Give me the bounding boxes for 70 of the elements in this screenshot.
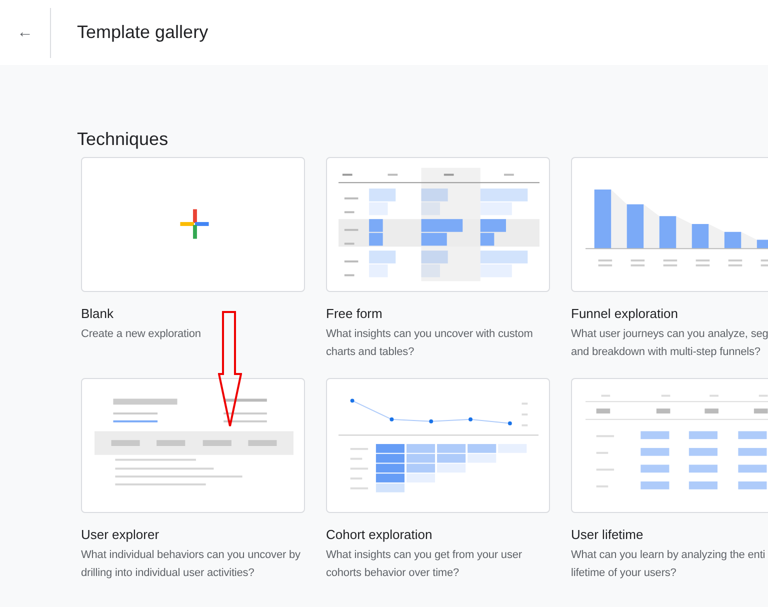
data-point bbox=[429, 419, 434, 424]
funnel-bar bbox=[756, 240, 768, 249]
label-placeholder bbox=[696, 259, 710, 266]
funnel-bar bbox=[724, 232, 742, 249]
funnel-bar bbox=[626, 204, 644, 249]
heatmap-cell bbox=[376, 454, 405, 463]
data-point bbox=[508, 421, 512, 426]
template-description: What individual behaviors can you uncover by bbox=[81, 549, 300, 561]
label-placeholder bbox=[630, 259, 645, 266]
heatmap-cell bbox=[468, 454, 496, 463]
heatmap-cell bbox=[437, 464, 466, 473]
template-title: User explorer bbox=[81, 527, 160, 542]
template-title: Cohort exploration bbox=[326, 527, 434, 542]
funnel-drop-off bbox=[644, 204, 660, 249]
template-description: cohorts behavior over time? bbox=[326, 567, 460, 579]
template-thumbnail[interactable] bbox=[81, 378, 305, 513]
heatmap-cell bbox=[376, 474, 405, 482]
template-description: What user journeys can you analyze, seg bbox=[571, 328, 768, 340]
heatmap-cell bbox=[406, 464, 436, 473]
data-point bbox=[468, 417, 472, 422]
heatmap-cell bbox=[406, 474, 436, 482]
label-placeholder bbox=[350, 487, 368, 490]
template-thumbnail[interactable] bbox=[571, 378, 768, 513]
template-description: lifetime of your users? bbox=[571, 567, 676, 579]
label-placeholder bbox=[350, 468, 368, 470]
heatmap-cell bbox=[437, 444, 466, 453]
template-thumbnail[interactable] bbox=[326, 378, 550, 513]
funnel-bar bbox=[594, 190, 612, 249]
label-placeholder bbox=[663, 259, 678, 266]
label-placeholder bbox=[760, 259, 768, 266]
template-thumbnail[interactable] bbox=[326, 157, 550, 292]
funnel-bar bbox=[692, 224, 709, 249]
template-description: What insights can you uncover with custom bbox=[326, 328, 533, 340]
template-title: User lifetime bbox=[571, 527, 644, 542]
tick-placeholder bbox=[522, 413, 528, 416]
tick-placeholder bbox=[522, 424, 528, 426]
tick-placeholder bbox=[522, 402, 528, 405]
funnel-drop-off bbox=[708, 224, 724, 249]
label-placeholder bbox=[350, 448, 368, 450]
template-title: Free form bbox=[326, 306, 384, 321]
template-thumbnail[interactable] bbox=[81, 157, 305, 292]
template-description: What can you learn by analyzing the enti bbox=[571, 549, 766, 561]
heatmap-cell bbox=[376, 444, 405, 453]
label-placeholder bbox=[598, 259, 612, 266]
template-description: and breakdown with multi-step funnels? bbox=[571, 346, 760, 358]
data-point bbox=[390, 417, 394, 422]
template-description: drilling into individual user activities? bbox=[81, 567, 254, 579]
data-point bbox=[350, 398, 354, 403]
template-description: Create a new exploration bbox=[81, 328, 201, 340]
heatmap-cell bbox=[468, 444, 496, 453]
page-title: Template gallery bbox=[77, 22, 208, 43]
template-description: What insights can you get from your user bbox=[326, 549, 522, 561]
funnel-drop-off bbox=[676, 216, 692, 249]
template-description: charts and tables? bbox=[326, 346, 414, 358]
template-title: Blank bbox=[81, 306, 115, 321]
heatmap-cell bbox=[406, 444, 436, 453]
funnel-drop-off bbox=[611, 190, 627, 249]
template-title: Funnel exploration bbox=[571, 306, 679, 321]
heatmap-cell bbox=[437, 454, 466, 463]
back-button[interactable]: ← bbox=[0, 8, 50, 58]
heatmap-cell bbox=[406, 454, 436, 463]
plus-icon bbox=[180, 209, 209, 239]
template-thumbnail[interactable] bbox=[571, 157, 768, 292]
heatmap-cell bbox=[376, 483, 405, 492]
funnel-drop-off bbox=[741, 232, 757, 249]
label-placeholder bbox=[728, 259, 742, 266]
heatmap-cell bbox=[376, 464, 405, 473]
funnel-bar bbox=[659, 216, 676, 249]
section-heading: Techniques bbox=[76, 128, 170, 150]
label-placeholder bbox=[350, 458, 362, 460]
